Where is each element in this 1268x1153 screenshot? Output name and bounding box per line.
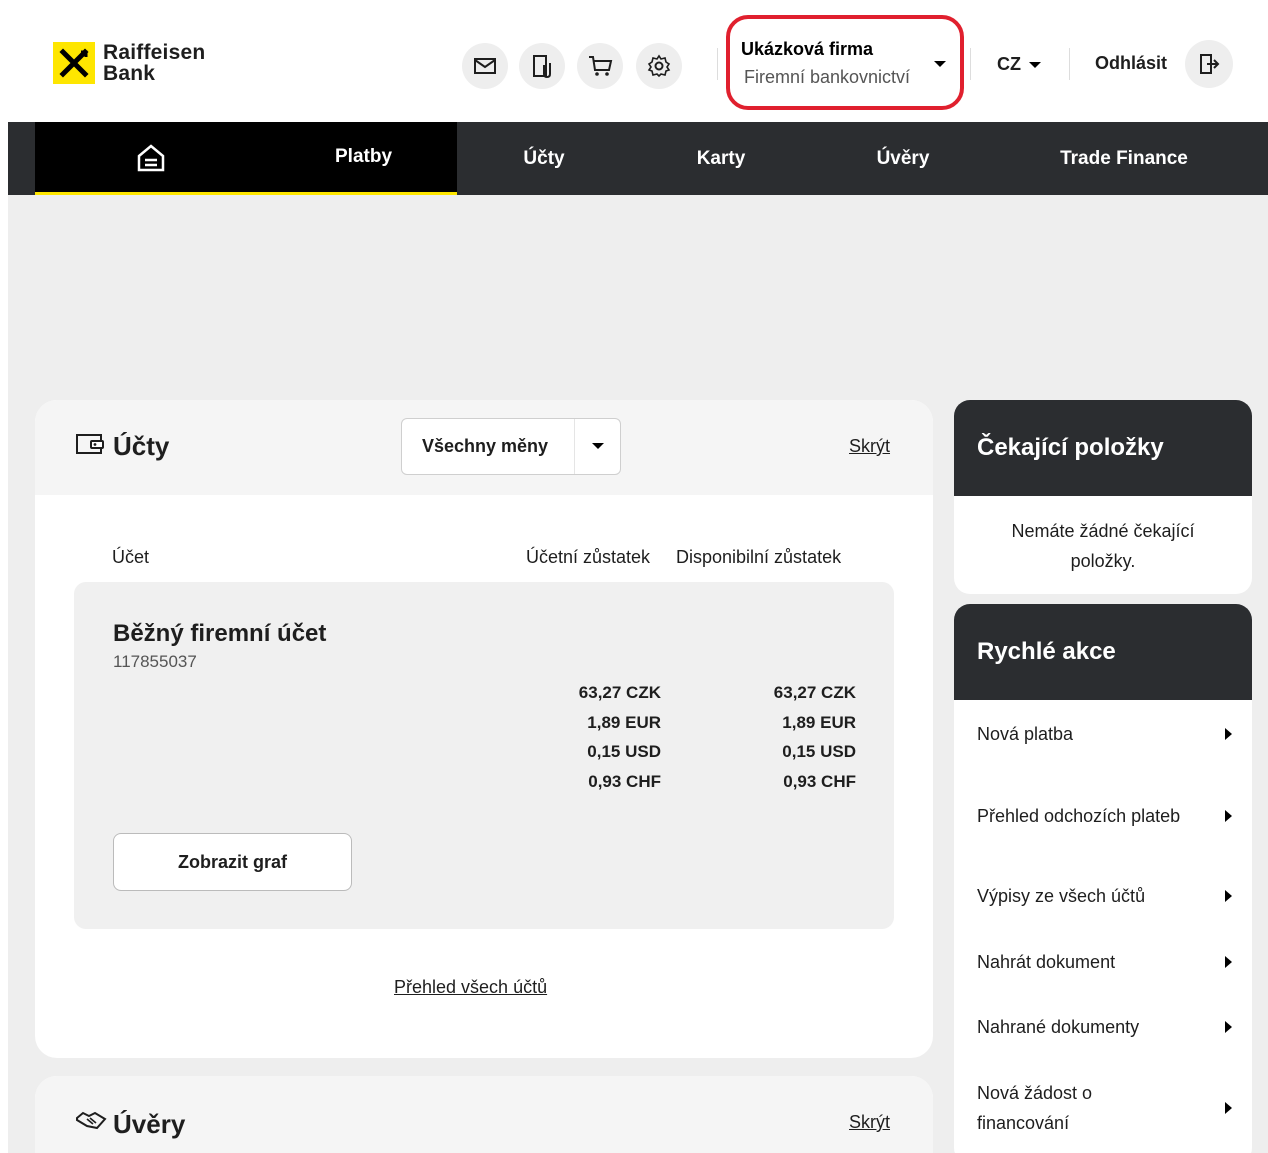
handshake-icon	[76, 1111, 107, 1130]
nav-home[interactable]: Platby	[35, 122, 457, 195]
chevron-right-icon	[1225, 1021, 1232, 1033]
account-number: 117855037	[113, 652, 197, 671]
pending-items-empty-text: Nemáte žádné čekající položky.	[1011, 521, 1195, 571]
booked-balance-list: 63,27 CZK 1,89 EUR 0,15 USD 0,93 CHF	[520, 678, 661, 796]
chevron-down-icon	[592, 443, 604, 449]
column-header-booked-balance: Účetní zůstatek	[526, 547, 651, 567]
column-header-available-balance: Disponibilní zůstatek	[676, 547, 842, 567]
logout-icon[interactable]	[1185, 40, 1233, 88]
nav-item-ucty[interactable]: Účty	[478, 122, 610, 195]
quick-action-label: Nová platba	[977, 724, 1074, 744]
pending-items-title: Čekající položky	[954, 400, 1252, 496]
quick-actions-title: Rychlé akce	[954, 604, 1252, 700]
header-divider	[1069, 48, 1070, 80]
account-row[interactable]: Běžný firemní účet 117855037 63,27 CZK 1…	[74, 582, 894, 929]
quick-action-label: Nahrát dokument	[977, 952, 1116, 972]
mail-icon[interactable]	[462, 43, 508, 89]
pending-items-widget: Čekající položky Nemáte žádné čekající p…	[954, 400, 1252, 594]
account-name: Běžný firemní účet	[113, 620, 327, 647]
booked-balance-chf: 0,93 CHF	[588, 771, 661, 791]
quick-action-statements[interactable]: Výpisy ze všech účtů	[954, 864, 1252, 928]
logo-text: Raiffeisen Bank	[103, 41, 206, 85]
quick-actions-widget: Rychlé akce Nová platba Přehled odchozíc…	[954, 604, 1252, 1153]
company-name: Ukázková firma	[741, 39, 874, 59]
nav-item-platby[interactable]: Platby	[335, 146, 392, 168]
loans-widget: Úvěry Skrýt	[35, 1076, 933, 1153]
loans-widget-header: Úvěry Skrýt	[35, 1076, 933, 1153]
available-balance-czk: 63,27 CZK	[773, 683, 856, 702]
quick-action-label: Nová žádost o financování	[977, 1083, 1093, 1133]
currency-select[interactable]: Všechny měny	[401, 418, 621, 475]
company-subtitle: Firemní bankovnictví	[744, 67, 911, 87]
accounts-widget-header: Účty Všechny měny Skrýt	[35, 400, 933, 495]
header-divider	[717, 48, 718, 80]
nav-item-karty[interactable]: Karty	[668, 122, 774, 195]
header: Raiffeisen Bank Ukázková firma Firemní b…	[0, 0, 1268, 122]
documents-icon[interactable]	[519, 43, 565, 89]
quick-action-new-payment[interactable]: Nová platba	[954, 700, 1252, 768]
booked-balance-eur: 1,89 EUR	[587, 712, 661, 732]
company-chevron-down-icon[interactable]	[934, 61, 946, 67]
quick-action-financing-request[interactable]: Nová žádost o financování	[954, 1058, 1252, 1153]
settings-icon[interactable]	[636, 43, 682, 89]
chevron-right-icon	[1225, 1102, 1232, 1114]
home-icon	[137, 144, 165, 172]
quick-action-label: Přehled odchozích plateb	[977, 806, 1181, 826]
accounts-hide-link[interactable]: Skrýt	[849, 436, 890, 457]
available-balance-chf: 0,93 CHF	[783, 771, 856, 791]
language-switcher[interactable]: CZ	[997, 54, 1041, 75]
raiffeisen-logo[interactable]: Raiffeisen Bank	[53, 42, 205, 84]
language-label: CZ	[997, 54, 1021, 74]
chevron-right-icon	[1225, 728, 1232, 740]
main-navigation: Platby Účty Karty Úvěry Trade Finance	[8, 122, 1268, 195]
header-divider	[970, 48, 971, 80]
quick-action-label: Nahrané dokumenty	[977, 1017, 1140, 1037]
quick-action-outgoing-payments[interactable]: Přehled odchozích plateb	[954, 768, 1252, 864]
loans-title: Úvěry	[113, 1109, 186, 1139]
chevron-right-icon	[1225, 956, 1232, 968]
chevron-right-icon	[1225, 810, 1232, 822]
quick-action-upload-document[interactable]: Nahrát dokument	[954, 928, 1252, 996]
wallet-icon	[76, 434, 104, 454]
column-header-account: Účet	[112, 547, 150, 567]
loans-hide-link[interactable]: Skrýt	[849, 1112, 890, 1133]
select-divider	[574, 419, 575, 474]
nav-item-uvery[interactable]: Úvěry	[853, 122, 953, 195]
available-balance-eur: 1,89 EUR	[782, 712, 856, 732]
available-balance-list: 63,27 CZK 1,89 EUR 0,15 USD 0,93 CHF	[715, 678, 856, 796]
quick-action-label: Výpisy ze všech účtů	[977, 886, 1146, 906]
language-chevron-down-icon	[1029, 61, 1041, 68]
nav-item-trade-finance[interactable]: Trade Finance	[1043, 122, 1205, 195]
accounts-title: Účty	[113, 431, 170, 461]
show-graph-button[interactable]: Zobrazit graf	[113, 833, 352, 891]
booked-balance-usd: 0,15 USD	[587, 742, 661, 761]
currency-select-value: Všechny měny	[422, 436, 549, 456]
chevron-right-icon	[1225, 890, 1232, 902]
available-balance-usd: 0,15 USD	[782, 742, 856, 761]
logo-mark-icon	[53, 42, 95, 84]
company-switcher-highlight[interactable]	[726, 15, 964, 110]
logout-link[interactable]: Odhlásit	[1095, 53, 1167, 74]
quick-action-uploaded-documents[interactable]: Nahrané dokumenty	[954, 996, 1252, 1058]
cart-icon[interactable]	[577, 43, 623, 89]
accounts-widget: Účty Všechny měny Skrýt Účet Účetní zůst…	[35, 400, 933, 1058]
booked-balance-czk: 63,27 CZK	[578, 683, 661, 702]
all-accounts-link[interactable]: Přehled všech účtů	[394, 977, 547, 998]
